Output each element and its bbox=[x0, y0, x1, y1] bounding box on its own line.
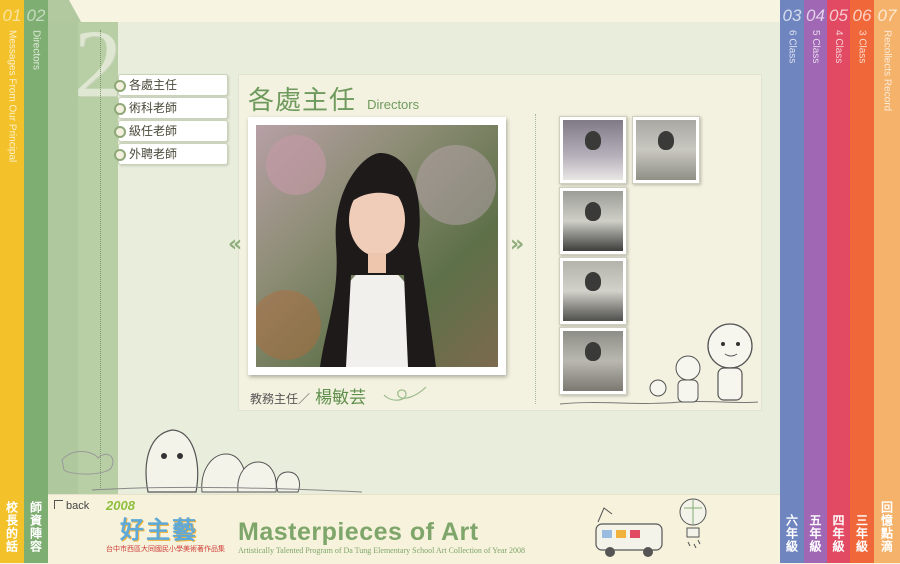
back-label: back bbox=[66, 500, 90, 512]
menu-item-art-teachers[interactable]: 術科老師 bbox=[114, 97, 228, 119]
bullet-icon bbox=[114, 80, 126, 92]
doodle-monsters bbox=[61, 429, 362, 493]
swirl-decoration bbox=[383, 386, 427, 401]
menu-item-external-teachers[interactable]: 外聘老師 bbox=[114, 143, 228, 165]
back-arrow-icon bbox=[54, 500, 63, 509]
menu-item-label: 級任老師 bbox=[129, 124, 178, 138]
prev-arrow-button[interactable]: « bbox=[228, 232, 242, 257]
thumbnail-3[interactable] bbox=[559, 187, 627, 255]
menu-item-label: 外聘老師 bbox=[129, 147, 178, 161]
tab-chinese-label: 校長的話 bbox=[4, 501, 19, 553]
next-arrow-button[interactable]: » bbox=[510, 232, 524, 257]
tab-english-label: 4 Class bbox=[833, 30, 844, 64]
tab-english-label: Directors bbox=[30, 30, 42, 71]
tab-recollects[interactable]: 07 Recollects Record 回憶點滴 bbox=[874, 0, 900, 563]
tab-english-label: Messages From Our Principal bbox=[6, 30, 18, 163]
tab-number: 06 bbox=[852, 6, 872, 25]
tab-chinese-label: 六年級 bbox=[784, 514, 799, 553]
caption-name: 楊敏芸 bbox=[315, 388, 367, 408]
portrait-illustration bbox=[256, 135, 496, 367]
tab-chinese-label: 三年級 bbox=[854, 514, 869, 553]
photo-caption: 教務主任／ 楊敏芸 bbox=[250, 383, 366, 408]
tab-number: 02 bbox=[26, 6, 46, 25]
tab-english-label: 6 Class bbox=[786, 30, 798, 64]
tab-english-label: Recollects Record bbox=[881, 30, 893, 112]
tab-number: 05 bbox=[829, 6, 848, 25]
caption-role: 教務主任／ bbox=[250, 392, 311, 406]
doodle-bus bbox=[595, 507, 663, 557]
tab-number: 07 bbox=[877, 6, 897, 25]
menu-item-class-teachers[interactable]: 級任老師 bbox=[114, 120, 228, 142]
logo: 2008 好主藝 台中市西區大同國民小學美術著作品集 bbox=[106, 498, 236, 558]
tab-directors[interactable]: 02 Directors 師資陣容 bbox=[24, 0, 48, 563]
logo-subtitle: 台中市西區大同國民小學美術著作品集 bbox=[106, 545, 225, 553]
footer-title: Masterpieces of Art bbox=[238, 518, 479, 546]
menu-item-label: 各處主任 bbox=[129, 78, 178, 92]
page-title: 各處主任 Directors bbox=[248, 80, 419, 117]
logo-title: 好主藝 bbox=[120, 516, 198, 544]
footer-subtitle: Artistically Talented Program of Da Tung… bbox=[238, 546, 526, 555]
bullet-icon bbox=[114, 103, 126, 115]
tab-number: 01 bbox=[2, 6, 22, 25]
title-chinese: 各處主任 bbox=[248, 86, 357, 116]
main-photo bbox=[256, 125, 498, 367]
tab-english-label: 3 Class bbox=[856, 30, 868, 64]
doodle-characters bbox=[560, 323, 758, 405]
thumbnail-4[interactable] bbox=[559, 257, 627, 325]
tab-chinese-label: 回憶點滴 bbox=[879, 501, 894, 553]
tab-grade-5[interactable]: 04 5 Class 五年級 bbox=[804, 0, 827, 563]
tab-chinese-label: 五年級 bbox=[808, 514, 822, 553]
tab-grade-6[interactable]: 03 6 Class 六年級 bbox=[780, 0, 804, 563]
tab-grade-4[interactable]: 05 4 Class 四年級 bbox=[827, 0, 850, 563]
main-photo-frame bbox=[248, 117, 506, 375]
doodle-balloon bbox=[679, 498, 707, 549]
section-number: 2 bbox=[74, 10, 122, 117]
tab-chinese-label: 四年級 bbox=[831, 514, 845, 553]
thumbnail-divider bbox=[535, 114, 536, 404]
tab-principal[interactable]: 01 Messages From Our Principal 校長的話 bbox=[0, 0, 24, 563]
tab-chinese-label: 師資陣容 bbox=[28, 501, 43, 553]
bullet-icon bbox=[114, 126, 126, 138]
thumbnail-2[interactable] bbox=[632, 116, 700, 184]
tab-english-label: 5 Class bbox=[810, 30, 821, 64]
bullet-icon bbox=[114, 149, 126, 161]
title-english: Directors bbox=[367, 97, 420, 112]
thumbnail-1[interactable] bbox=[559, 116, 627, 184]
menu-item-label: 術科老師 bbox=[129, 101, 178, 115]
tab-grade-3[interactable]: 06 3 Class 三年級 bbox=[850, 0, 874, 563]
back-button[interactable]: back bbox=[54, 500, 89, 512]
tab-number: 03 bbox=[782, 6, 802, 25]
menu-item-directors[interactable]: 各處主任 bbox=[114, 74, 228, 96]
tab-number: 04 bbox=[806, 6, 825, 25]
